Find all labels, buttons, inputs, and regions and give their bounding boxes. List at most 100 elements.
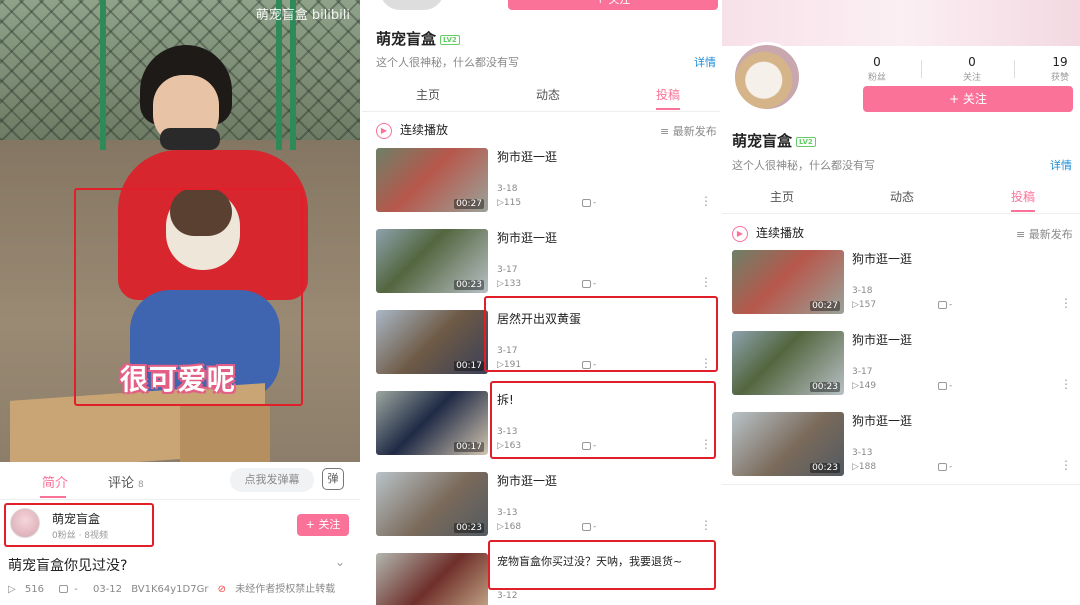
profile-tabs: 主页 动态 投稿	[362, 78, 720, 112]
profile-bio: 这个人很神秘，什么都没有写	[376, 56, 519, 69]
video-item-danmaku-value: -	[593, 198, 597, 208]
play-icon: ▷	[497, 279, 504, 289]
fans-count[interactable]: 0	[852, 55, 902, 69]
video-item-plays: ▷115	[497, 198, 521, 208]
tab-dynamic[interactable]: 动态	[536, 86, 560, 103]
play-icon: ▷	[497, 198, 504, 208]
play-icon: ▷	[497, 522, 504, 532]
video-list-item[interactable]: 00:23 狗市逛一逛 3-17 ▷149 - ⋮	[722, 331, 1080, 411]
video-thumbnail[interactable]: 00:23	[376, 229, 488, 293]
following-count[interactable]: 0	[947, 55, 997, 69]
video-item-plays: ▷188	[852, 462, 876, 472]
danmaku-count-value: -	[74, 584, 78, 595]
video-item-plays-value: 168	[503, 522, 522, 532]
video-list-item[interactable]: 00:27 狗市逛一逛 3-18 ▷115 - ⋮	[362, 148, 720, 228]
follow-button[interactable]: + 关注	[863, 86, 1073, 112]
level-badge: LV2	[440, 34, 460, 45]
tab-comments-label: 评论	[108, 476, 135, 491]
video-thumbnail[interactable]: 00:23	[376, 472, 488, 536]
video-item-date: 3-18	[497, 184, 518, 194]
video-player[interactable]: 萌宠盲盒 bilibili 很可爱呢	[0, 0, 360, 462]
play-icon: ▷	[852, 300, 859, 310]
video-thumbnail[interactable]	[376, 553, 488, 605]
follow-button[interactable]: + 关注	[297, 514, 349, 536]
sort-icon: ≡	[660, 125, 670, 138]
sort-button[interactable]: ≡ 最新发布	[660, 123, 717, 139]
profile-name-text: 萌宠盲盒	[732, 132, 793, 150]
video-thumbnail[interactable]: 00:17	[376, 391, 488, 455]
video-item-danmaku-value: -	[949, 462, 953, 472]
video-thumbnail[interactable]: 00:27	[376, 148, 488, 212]
video-item-plays-value: 115	[503, 198, 522, 208]
profile-avatar[interactable]	[732, 42, 802, 112]
video-item-title: 狗市逛一逛	[497, 231, 558, 245]
video-item-plays-value: 149	[858, 381, 877, 391]
video-item-title: 狗市逛一逛	[852, 333, 913, 347]
video-title: 萌宠盲盒你见过没?	[8, 558, 128, 574]
profile-panel: 0 粉丝 0 关注 19 获赞 + 关注 萌宠盲盒 LV2 这个人很神秘，什么都没…	[722, 0, 1080, 605]
play-icon: ▷	[852, 462, 859, 472]
chevron-down-icon[interactable]: ⌄	[335, 555, 345, 569]
video-frame-mask	[160, 128, 220, 150]
video-duration: 00:23	[810, 463, 840, 473]
tab-uploads[interactable]: 投稿	[656, 86, 680, 103]
sort-button[interactable]: ≡ 最新发布	[1016, 226, 1073, 242]
tab-underline	[1011, 210, 1035, 212]
video-thumbnail[interactable]: 00:23	[732, 331, 844, 395]
tab-home[interactable]: 主页	[416, 86, 440, 103]
video-thumbnail[interactable]: 00:23	[732, 412, 844, 476]
video-item-danmaku-value: -	[949, 381, 953, 391]
play-all-button[interactable]: ▶ 连续播放	[732, 224, 804, 242]
repost-notice: 未经作者授权禁止转载	[235, 584, 336, 595]
video-item-plays: ▷168	[497, 522, 521, 532]
video-thumbnail[interactable]: 00:27	[732, 250, 844, 314]
video-duration: 00:17	[454, 361, 484, 371]
danmu-toggle-icon[interactable]: 弹	[322, 468, 344, 490]
play-all-button[interactable]: ▶ 连续播放	[376, 121, 448, 139]
video-list-item[interactable]: 00:23 狗市逛一逛 3-13 ▷188 - ⋮	[722, 412, 1080, 492]
video-frame-post	[100, 0, 106, 150]
danmaku-icon	[938, 381, 947, 390]
more-icon[interactable]: ⋮	[1060, 458, 1072, 472]
video-list-item[interactable]: 00:27 狗市逛一逛 3-18 ▷157 - ⋮	[722, 250, 1080, 330]
more-icon[interactable]: ⋮	[1060, 296, 1072, 310]
video-duration: 00:23	[454, 280, 484, 290]
play-count: ▷ 516	[8, 584, 50, 595]
level-badge: LV2	[796, 136, 816, 147]
detail-link[interactable]: 详情	[1050, 157, 1072, 173]
tab-comments[interactable]: 评论 8	[108, 472, 144, 491]
sort-icon: ≡	[1016, 228, 1026, 241]
follow-button[interactable]: + 关注	[508, 0, 718, 10]
profile-name: 萌宠盲盒 LV2	[376, 28, 460, 49]
profile-name-text: 萌宠盲盒	[376, 30, 437, 48]
video-item-title: 狗市逛一逛	[852, 252, 913, 266]
danmaku-icon	[582, 198, 591, 207]
more-icon[interactable]: ⋮	[700, 275, 712, 289]
more-icon[interactable]: ⋮	[700, 194, 712, 208]
play-icon: ▷	[8, 584, 16, 595]
video-item-date: 3-17	[852, 367, 873, 377]
video-thumbnail[interactable]: 00:17	[376, 310, 488, 374]
danmaku-count: -	[59, 584, 84, 595]
video-item-plays: ▷133	[497, 279, 521, 289]
video-item-danmaku-value: -	[949, 300, 953, 310]
tab-home[interactable]: 主页	[770, 188, 794, 205]
detail-link[interactable]: 详情	[694, 54, 716, 70]
danmu-input[interactable]: 点我发弹幕	[230, 468, 314, 492]
tab-dynamic[interactable]: 动态	[890, 188, 914, 205]
tab-intro[interactable]: 简介	[42, 472, 68, 491]
bvid: BV1K64y1D7Gr	[131, 584, 209, 595]
highlight-box	[488, 540, 716, 590]
video-item-danmaku: -	[938, 381, 952, 391]
more-icon[interactable]: ⋮	[1060, 377, 1072, 391]
video-duration: 00:17	[454, 442, 484, 452]
video-duration: 00:27	[810, 301, 840, 311]
video-item-plays-value: 188	[858, 462, 877, 472]
video-watermark: 萌宠盲盒 bilibili	[255, 8, 350, 23]
stat-divider	[921, 60, 922, 78]
tab-uploads[interactable]: 投稿	[1011, 188, 1035, 205]
more-icon[interactable]: ⋮	[700, 518, 712, 532]
video-item-date: 3-13	[852, 448, 873, 458]
likes-count: 19	[1052, 55, 1068, 69]
video-item-title: 狗市逛一逛	[852, 414, 913, 428]
